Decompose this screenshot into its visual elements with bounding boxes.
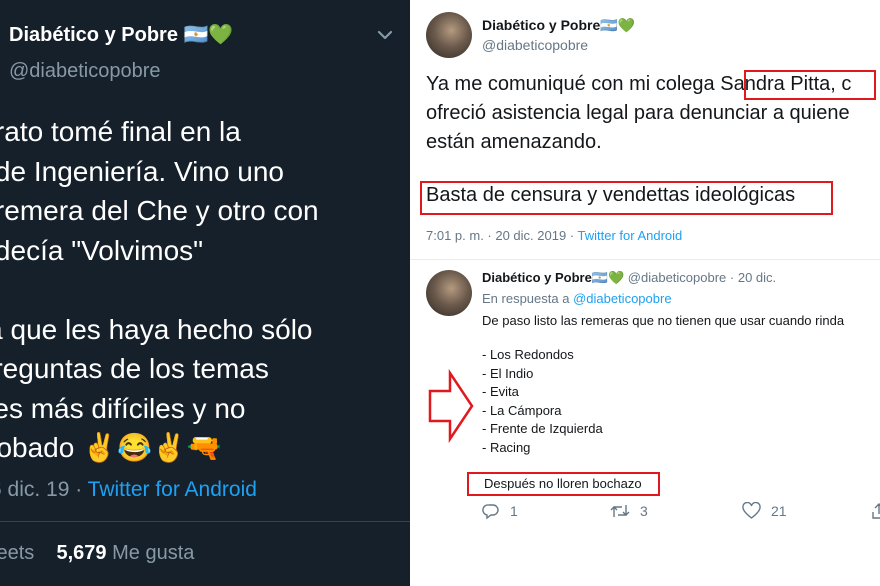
reply-context: En respuesta a @diabeticopobre: [482, 291, 672, 306]
tweet-text-line: ena que les haya hecho sólo: [0, 313, 313, 345]
reply-count: 1: [510, 503, 518, 519]
author-emoji: 🇦🇷💚: [183, 24, 234, 46]
right-tweet-meta: 7:01 p. m. · 20 dic. 2019 · Twitter for …: [426, 228, 682, 243]
highlight-box-name: [744, 70, 876, 100]
tweet-text-line: nales más difíciles y no: [0, 392, 246, 424]
reply-author[interactable]: Diabético y Pobre🇦🇷💚 @diabeticopobre · 2…: [482, 270, 776, 286]
left-tweet-panel: Diabético y Pobre 🇦🇷💚 @diabeticopobre un…: [0, 0, 410, 586]
left-tweet-date[interactable]: 6 dic. 19 ·: [0, 478, 88, 501]
retweet-count: 3: [640, 503, 648, 519]
reply-body: De paso listo las remeras que no tienen …: [482, 313, 845, 328]
reply-handle-date[interactable]: @diabeticopobre · 20 dic.: [624, 270, 776, 285]
left-tweet-stats: weets 5,679 Me gusta: [0, 542, 194, 565]
like-button[interactable]: 21: [742, 502, 787, 520]
left-tweet-meta: 6 dic. 19 · Twitter for Android: [0, 478, 257, 502]
left-author-handle[interactable]: @diabeticopobre: [9, 60, 161, 83]
divider: [410, 259, 880, 260]
list-item: - El Indio: [482, 365, 534, 381]
likes-label[interactable]: Me gusta: [112, 542, 194, 564]
list-item: - La Cámpora: [482, 402, 562, 418]
chevron-down-icon[interactable]: [374, 24, 396, 46]
tweet-text-line: ad de Ingeniería. Vino uno: [0, 155, 284, 187]
reply-list: - Los Redondos - El Indio - Evita - La C…: [482, 346, 603, 457]
avatar[interactable]: [426, 270, 472, 316]
likes-count[interactable]: 5,679: [56, 542, 106, 564]
right-tweet-timestamp[interactable]: 7:01 p. m. · 20 dic. 2019 ·: [426, 228, 578, 243]
right-author-name[interactable]: Diabético y Pobre🇦🇷💚: [482, 17, 635, 34]
divider: [0, 521, 410, 522]
tweet-text-line: na remera del Che y otro con: [0, 195, 319, 226]
tweet-text-line: ue decía "Volvimos": [0, 234, 204, 266]
tweet-text-line: [0, 270, 410, 310]
retweets-label[interactable]: weets: [0, 542, 34, 564]
like-icon[interactable]: [742, 502, 761, 520]
highlight-box-closing: [467, 472, 660, 496]
left-tweet-source[interactable]: Twitter for Android: [88, 478, 257, 501]
right-tweet-panel: Diabético y Pobre🇦🇷💚 @diabeticopobre Ya …: [410, 0, 880, 586]
reply-to-link[interactable]: @diabeticopobre: [573, 291, 671, 306]
tweet-text-line: aprobado ✌😂✌🔫: [0, 432, 222, 463]
reply-button[interactable]: 1: [482, 502, 518, 520]
list-item: - Evita: [482, 384, 519, 399]
list-item: - Frente de Izquierda: [482, 421, 603, 436]
tweet-text-line: s preguntas de los temas: [0, 353, 269, 384]
tweet-text-line: un rato tomé final en la: [0, 116, 241, 147]
right-author-handle[interactable]: @diabeticopobre: [482, 37, 588, 53]
author-emoji: 🇦🇷💚: [591, 270, 625, 285]
avatar[interactable]: [426, 12, 472, 58]
right-tweet-source[interactable]: Twitter for Android: [578, 228, 683, 243]
share-icon[interactable]: [870, 502, 880, 520]
retweet-button[interactable]: 3: [610, 502, 648, 520]
left-author-name[interactable]: Diabético y Pobre 🇦🇷💚: [9, 22, 233, 47]
list-item: - Racing: [482, 439, 531, 455]
reply-icon[interactable]: [482, 502, 500, 520]
retweet-icon[interactable]: [610, 502, 630, 520]
like-count: 21: [771, 503, 787, 519]
highlight-box-statement: [420, 181, 833, 215]
arrow-annotation-icon: [428, 369, 474, 443]
left-tweet-text: un rato tomé final en la ad de Ingeniería…: [0, 112, 410, 468]
author-emoji: 🇦🇷💚: [600, 17, 636, 33]
share-button[interactable]: [870, 502, 880, 520]
list-item: - Los Redondos: [482, 347, 574, 362]
